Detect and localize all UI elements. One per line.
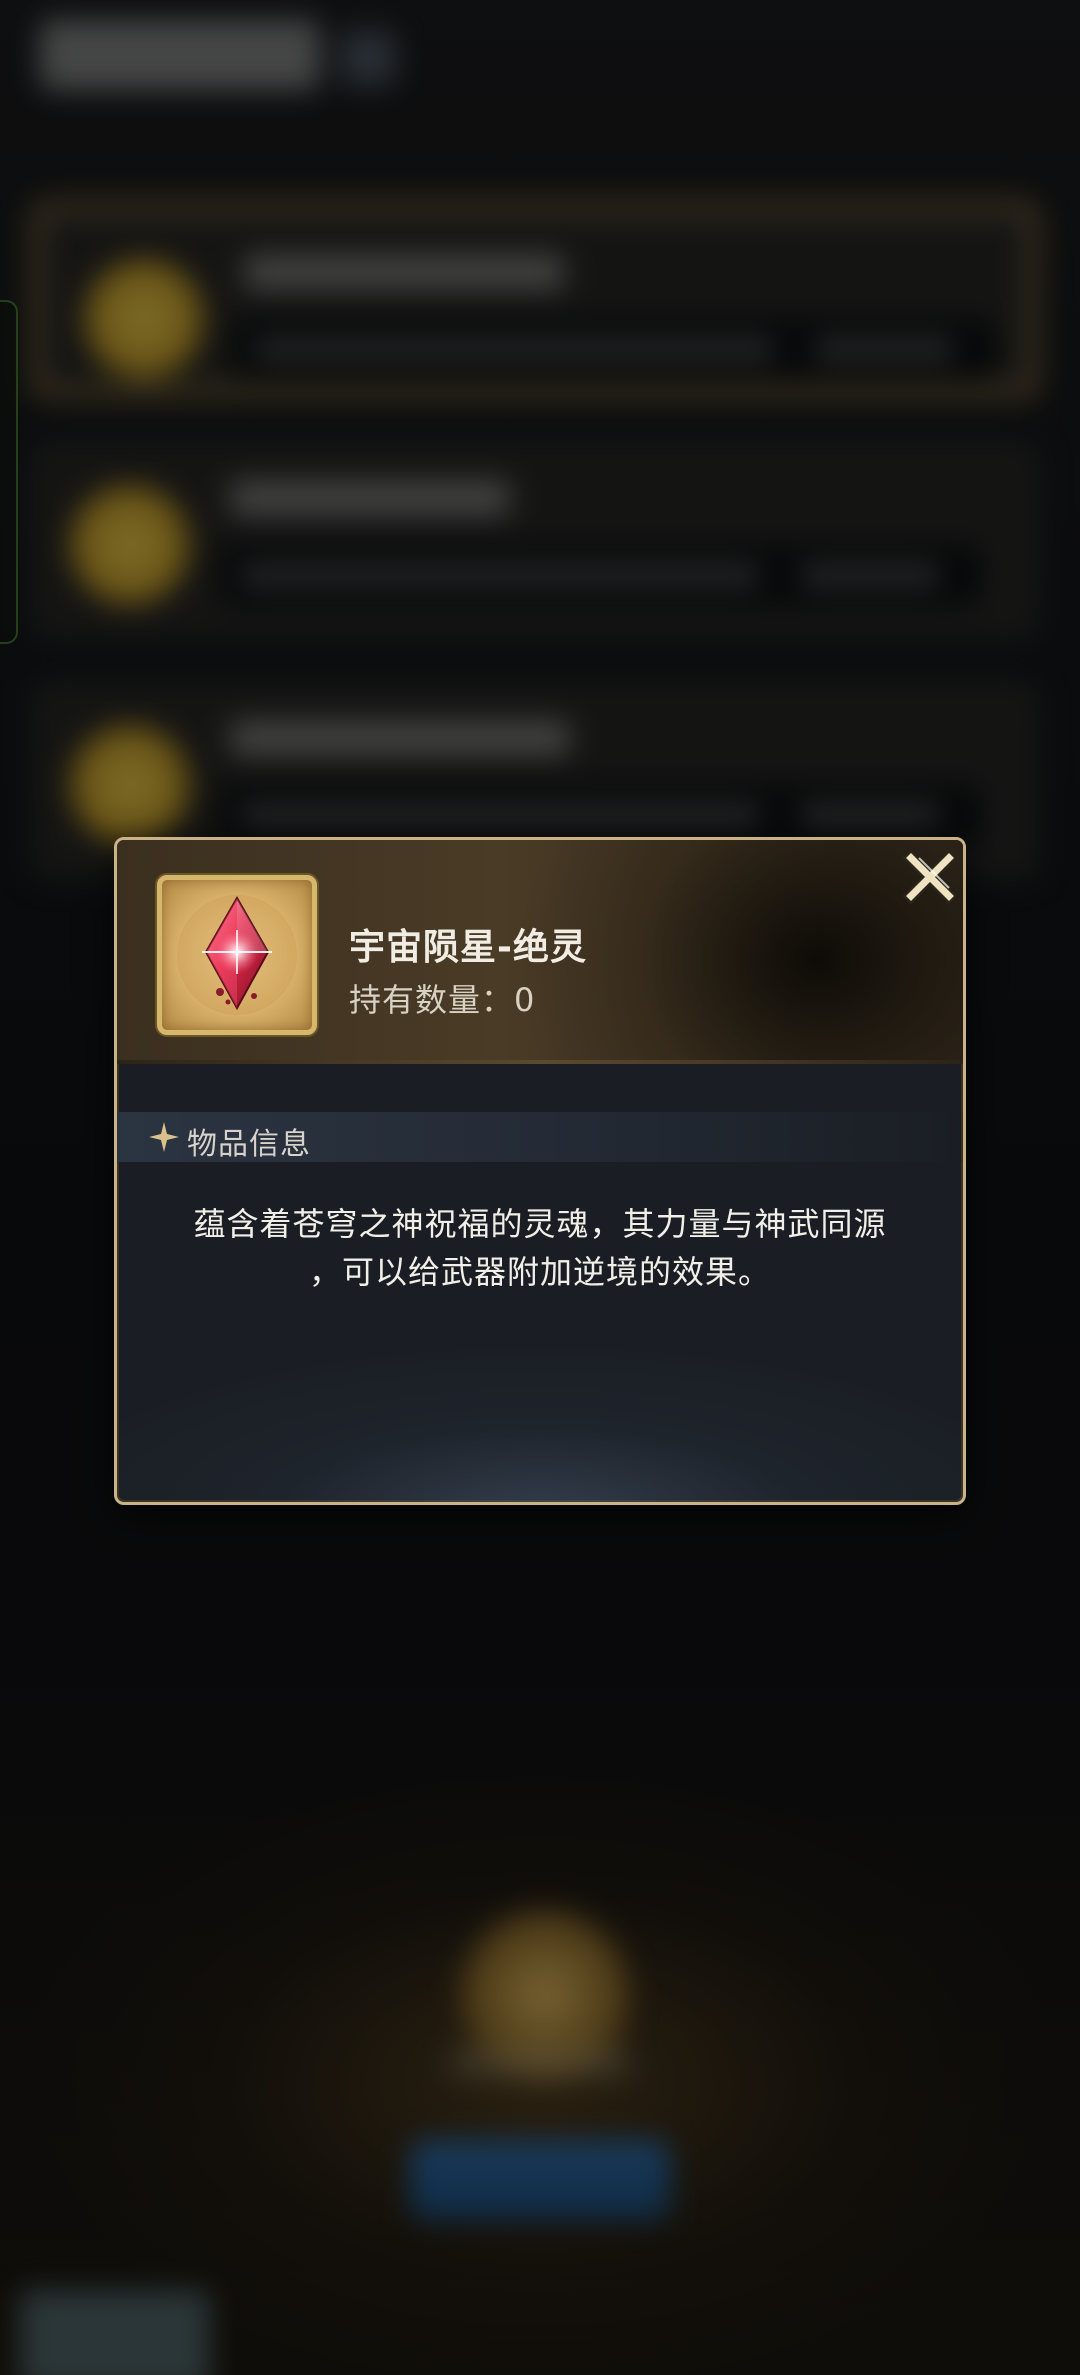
description-line: 蕴含着苍穹之神祝福的灵魂，其力量与神武同源: [193, 1205, 887, 1243]
section-title: 物品信息: [187, 1127, 311, 1162]
item-owned-count: 持有数量：0: [349, 981, 536, 1019]
close-icon: [902, 849, 958, 905]
close-button[interactable]: [901, 848, 959, 906]
item-info-dialog: 宇宙陨星-绝灵 持有数量：0 物品信息 蕴含着苍穹之神祝福的灵魂，其力量与神武同…: [114, 837, 966, 1505]
sparkle-icon: [149, 1122, 179, 1152]
item-header: 宇宙陨星-绝灵 持有数量：0: [117, 840, 963, 1064]
item-name: 宇宙陨星-绝灵: [349, 927, 587, 968]
item-description: 蕴含着苍穹之神祝福的灵魂，其力量与神武同源 ，可以给武器附加逆境的效果。: [147, 1200, 933, 1296]
dialog-background-glow: [117, 1302, 963, 1502]
description-line: ，可以给武器附加逆境的效果。: [308, 1253, 771, 1291]
section-header: 物品信息: [117, 1112, 963, 1162]
item-icon-frame: [157, 875, 317, 1035]
red-crystal-icon: [177, 895, 297, 1015]
